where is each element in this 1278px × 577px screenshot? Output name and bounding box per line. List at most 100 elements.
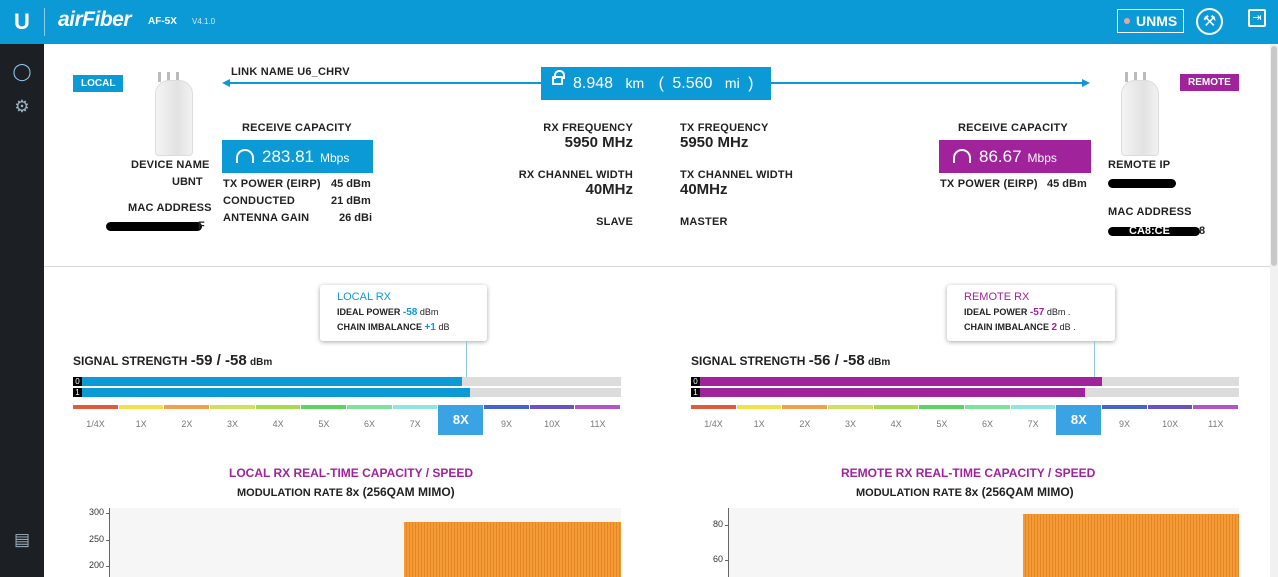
- local-chart-title-b: REAL-TIME CAPACITY / SPEED: [293, 466, 474, 480]
- local-receive-capacity-label: RECEIVE CAPACITY: [242, 122, 352, 134]
- dashboard-icon[interactable]: ◯: [0, 62, 44, 82]
- local-tx-power: 45 dBm: [331, 178, 371, 190]
- remote-ideal-power-unit: dBm .: [1046, 307, 1071, 317]
- remote-ip-label: REMOTE IP: [1108, 159, 1171, 171]
- local-chart-title: LOCAL RX REAL-TIME CAPACITY / SPEED: [229, 466, 473, 480]
- sidebar: [0, 44, 44, 577]
- local-ideal-power: -58: [402, 307, 418, 318]
- paren-open: (: [658, 75, 664, 92]
- y-tick-mark: [106, 539, 110, 541]
- modulation-scale-segment: [347, 405, 392, 409]
- chain-index-0: 0: [691, 377, 700, 386]
- local-chain-imbalance-row: CHAIN IMBALANCE +1 dB: [337, 322, 449, 333]
- link-name-label-text: LINK NAME: [231, 66, 294, 78]
- modulation-scale-label: 1X: [753, 419, 765, 429]
- y-tick-mark: [725, 559, 729, 561]
- link-name-label: LINK NAME U6_CHRV: [231, 66, 350, 78]
- modulation-scale-segment: [164, 405, 209, 409]
- modulation-scale-label: 4X: [272, 419, 284, 429]
- firmware-version: V4.1.0: [192, 17, 216, 26]
- remote-capacity-series: [1023, 513, 1239, 577]
- modulation-scale-label: 10X: [1162, 419, 1179, 429]
- modulation-scale-label: 7X: [1027, 419, 1039, 429]
- local-conducted: 21 dBm: [331, 195, 371, 207]
- remote-mac-label: MAC ADDRESS: [1108, 206, 1192, 218]
- local-tx-power-label: TX POWER (EIRP): [223, 178, 321, 190]
- modulation-scale-segment: [1193, 405, 1238, 409]
- y-tick-label: 200: [88, 560, 104, 571]
- link-line-left: [228, 82, 541, 84]
- local-device-image: [155, 80, 193, 156]
- modulation-scale-segment: [392, 405, 438, 409]
- settings-gears-icon[interactable]: ⚙: [0, 97, 44, 117]
- remote-mac-value: CA8:CE: [1129, 225, 1170, 237]
- local-modulation-rate: MODULATION RATE 8x (256QAM MIMO): [237, 485, 455, 499]
- local-role: SLAVE: [596, 216, 633, 228]
- modulation-scale-segment: [575, 405, 620, 409]
- chain-index-1: 1: [73, 388, 82, 397]
- tx-frequency: 5950 MHz: [680, 134, 749, 151]
- remote-capacity-plot: [729, 508, 1239, 577]
- modulation-scale-label: 10X: [544, 419, 561, 429]
- local-mac-label: MAC ADDRESS: [128, 202, 212, 214]
- remote-mac-suffix: 8: [1199, 225, 1206, 237]
- scrollbar-thumb[interactable]: [1271, 46, 1277, 266]
- y-tick-label: 300: [88, 507, 104, 518]
- local-chain-imbalance-label: CHAIN IMBALANCE: [337, 322, 422, 332]
- link-arrow-right: [1082, 79, 1090, 87]
- speedometer-icon: [953, 149, 971, 163]
- chain-index-1: 1: [691, 388, 700, 397]
- local-y-ticks: 200 250 300: [80, 507, 110, 577]
- remote-signal-value: -56 / -58: [808, 352, 865, 369]
- remote-ip-redaction: [1108, 179, 1176, 188]
- remote-y-ticks: 60 80: [699, 508, 729, 577]
- modulation-scale-segment: [484, 405, 529, 409]
- y-tick-mark: [106, 513, 110, 515]
- remote-capacity-value: 86.67: [979, 147, 1022, 166]
- modulation-scale-segment: [1010, 405, 1056, 409]
- remote-modulation-label: MODULATION RATE: [856, 487, 962, 499]
- modulation-scale-segment: [73, 405, 118, 409]
- tools-icon[interactable]: ⚒: [1196, 8, 1223, 35]
- local-capacity-unit: Mbps: [320, 151, 350, 165]
- remote-device-image: [1121, 80, 1159, 156]
- modulation-scale-label: 1/4X: [86, 419, 105, 429]
- local-rx-tooltip: LOCAL RX IDEAL POWER -58 dBm CHAIN IMBAL…: [320, 285, 487, 341]
- modulation-scale-label: 5X: [936, 419, 948, 429]
- local-capacity-value: 283.81: [262, 147, 314, 166]
- remote-chart-title: REMOTE RX REAL-TIME CAPACITY / SPEED: [841, 466, 1095, 480]
- remote-rx-tooltip-title: REMOTE RX: [964, 291, 1030, 303]
- modulation-scale-segment: [1102, 405, 1147, 409]
- local-mac-value: F: [198, 220, 205, 232]
- header-divider: [44, 8, 45, 36]
- rx-frequency: 5950 MHz: [564, 134, 633, 151]
- local-ideal-power-unit: dBm: [419, 307, 439, 317]
- log-icon[interactable]: ▤: [0, 530, 44, 550]
- modulation-scale-segment: [782, 405, 827, 409]
- local-modulation-scale: 1/4X 1X 2X 3X 4X 5X 6X 7X 8X 9X 10X 11X: [73, 405, 621, 440]
- ubiquiti-logo[interactable]: U: [8, 8, 36, 36]
- device-model: AF-5X: [148, 16, 177, 27]
- modulation-scale-segment: [118, 405, 164, 409]
- remote-chain-imbalance-label: CHAIN IMBALANCE: [964, 322, 1049, 332]
- remote-modulation-value: 8x (256QAM MIMO): [964, 485, 1074, 499]
- modulation-scale-segment: [255, 405, 301, 409]
- local-antenna-gain-label: ANTENNA GAIN: [223, 212, 310, 224]
- tx-channel-width: 40MHz: [680, 181, 728, 198]
- remote-antenna: [1125, 72, 1128, 82]
- link-line-right: [771, 82, 1084, 84]
- logout-icon[interactable]: ⇥: [1248, 9, 1266, 27]
- remote-chain1-bar: 1: [691, 388, 1239, 397]
- local-signal-label: SIGNAL STRENGTH: [73, 354, 188, 368]
- remote-chart-title-a: REMOTE RX: [841, 466, 913, 480]
- local-device-name: UBNT: [172, 176, 203, 188]
- remote-chain1-fill: [700, 388, 1085, 397]
- remote-ideal-power: -57: [1029, 307, 1045, 318]
- local-chain-imbalance-unit: dB: [438, 322, 450, 332]
- modulation-selected: 8X: [1056, 405, 1102, 435]
- remote-chart-title-b: REAL-TIME CAPACITY / SPEED: [915, 466, 1096, 480]
- modulation-scale-label: 9X: [1118, 419, 1130, 429]
- airfiber-logo: airFiber: [58, 8, 132, 31]
- modulation-scale-label: 1/4X: [704, 419, 723, 429]
- local-signal-unit: dBm: [250, 357, 273, 368]
